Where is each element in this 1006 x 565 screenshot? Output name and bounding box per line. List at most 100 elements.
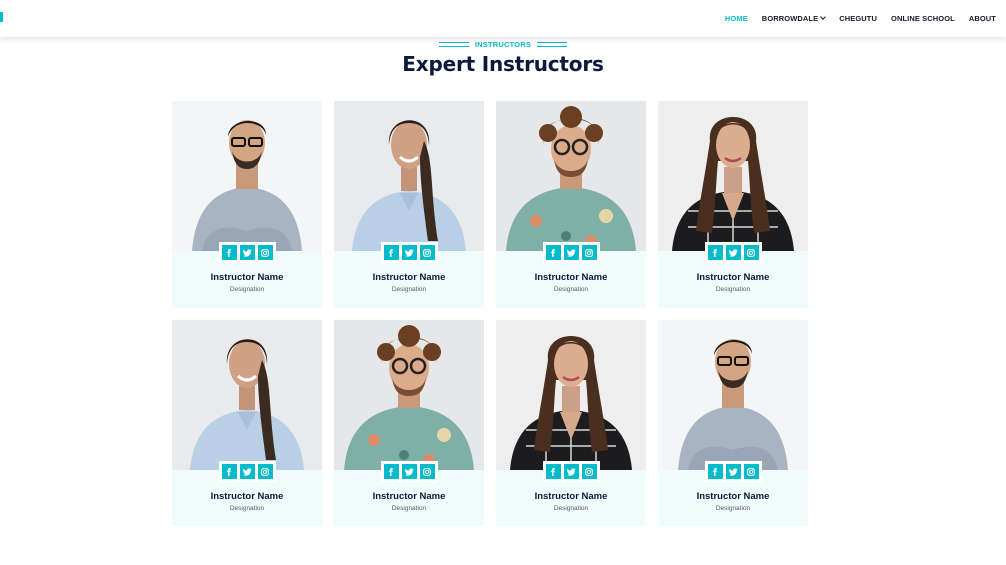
nav-item-label: BORROWDALE [761, 14, 819, 23]
instructor-photo [658, 101, 808, 251]
facebook-button[interactable] [383, 464, 399, 479]
nav-item-chegutu[interactable]: CHEGUTU [839, 14, 877, 23]
social-links [334, 242, 484, 263]
instructor-designation: Designation [553, 505, 589, 512]
facebook-button[interactable] [707, 464, 723, 479]
navbar: HOME BORROWDALE CHEGUTU ONLINE SCHOOL AB… [0, 0, 1006, 37]
social-links [496, 461, 646, 482]
instructor-name: Instructor Name [372, 272, 446, 283]
social-links-box [542, 242, 600, 263]
instructor-card: Instructor Name Designation [334, 320, 484, 526]
twitter-icon [404, 248, 414, 257]
instructor-card: Instructor Name Designation [334, 101, 484, 308]
facebook-icon [711, 467, 719, 476]
instructor-photo [334, 101, 484, 251]
instructor-photo [172, 320, 322, 470]
facebook-icon [711, 248, 719, 257]
social-links-box [380, 461, 438, 482]
twitter-icon [566, 467, 576, 476]
twitter-button[interactable] [401, 464, 417, 479]
social-links-box [218, 461, 276, 482]
twitter-icon [242, 248, 252, 257]
social-links [658, 461, 808, 482]
facebook-button[interactable] [545, 464, 561, 479]
instructor-photo [172, 101, 322, 251]
instagram-button[interactable] [743, 245, 759, 260]
section-eyebrow: INSTRUCTORS [474, 39, 532, 49]
instagram-button[interactable] [257, 464, 273, 479]
instagram-icon [261, 248, 269, 257]
nav-item-borrowdale[interactable]: BORROWDALE [761, 14, 827, 23]
instructor-grid: Instructor Name Designation Instructor Na… [172, 101, 808, 526]
instructor-photo [658, 320, 808, 470]
instagram-icon [747, 248, 755, 257]
facebook-icon [387, 248, 395, 257]
section-title: Expert Instructors [402, 52, 604, 76]
divider [438, 41, 469, 47]
twitter-button[interactable] [239, 245, 255, 260]
twitter-icon [566, 248, 576, 257]
facebook-button[interactable] [221, 245, 237, 260]
nav-item-about[interactable]: ABOUT [969, 14, 996, 23]
instagram-button[interactable] [419, 464, 435, 479]
instructor-designation: Designation [715, 286, 751, 293]
instructor-name: Instructor Name [696, 491, 770, 502]
facebook-button[interactable] [221, 464, 237, 479]
facebook-button[interactable] [383, 245, 399, 260]
facebook-button[interactable] [545, 245, 561, 260]
facebook-icon [549, 248, 557, 257]
social-links [334, 461, 484, 482]
instructor-card: Instructor Name Designation [172, 101, 322, 308]
twitter-button[interactable] [239, 464, 255, 479]
instructor-designation: Designation [391, 505, 427, 512]
nav-item-online-school[interactable]: ONLINE SCHOOL [891, 14, 955, 23]
twitter-button[interactable] [563, 245, 579, 260]
instagram-button[interactable] [581, 245, 597, 260]
instagram-icon [423, 248, 431, 257]
twitter-button[interactable] [563, 464, 579, 479]
twitter-button[interactable] [725, 464, 741, 479]
twitter-icon [728, 248, 738, 257]
facebook-icon [387, 467, 395, 476]
instructor-designation: Designation [553, 286, 589, 293]
facebook-icon [225, 248, 233, 257]
social-links [658, 242, 808, 263]
social-links [172, 242, 322, 263]
nav-menu: HOME BORROWDALE CHEGUTU ONLINE SCHOOL AB… [725, 0, 996, 37]
instructor-name: Instructor Name [534, 272, 608, 283]
instagram-icon [585, 467, 593, 476]
instagram-icon [585, 248, 593, 257]
twitter-icon [728, 467, 738, 476]
social-links-box [380, 242, 438, 263]
section-header: INSTRUCTORS Expert Instructors [0, 38, 1006, 77]
instructor-photo [334, 320, 484, 470]
social-links [172, 461, 322, 482]
instructor-photo [496, 320, 646, 470]
instagram-icon [747, 467, 755, 476]
social-links-box [218, 242, 276, 263]
instructor-card: Instructor Name Designation [658, 320, 808, 526]
twitter-button[interactable] [401, 245, 417, 260]
divider [537, 41, 568, 47]
instructor-photo [496, 101, 646, 251]
logo[interactable] [0, 12, 3, 22]
instructor-card: Instructor Name Designation [658, 101, 808, 308]
chevron-down-icon [820, 14, 827, 20]
instructor-name: Instructor Name [696, 272, 770, 283]
twitter-icon [242, 467, 252, 476]
instructor-designation: Designation [229, 286, 265, 293]
facebook-button[interactable] [707, 245, 723, 260]
instagram-button[interactable] [743, 464, 759, 479]
instagram-icon [423, 467, 431, 476]
social-links-box [704, 242, 762, 263]
instructor-card: Instructor Name Designation [172, 320, 322, 526]
instagram-button[interactable] [257, 245, 273, 260]
instagram-icon [261, 467, 269, 476]
nav-item-home[interactable]: HOME [725, 14, 748, 23]
instructor-name: Instructor Name [210, 491, 284, 502]
twitter-icon [404, 467, 414, 476]
instagram-button[interactable] [581, 464, 597, 479]
twitter-button[interactable] [725, 245, 741, 260]
eyebrow-row: INSTRUCTORS [0, 38, 1006, 50]
instagram-button[interactable] [419, 245, 435, 260]
